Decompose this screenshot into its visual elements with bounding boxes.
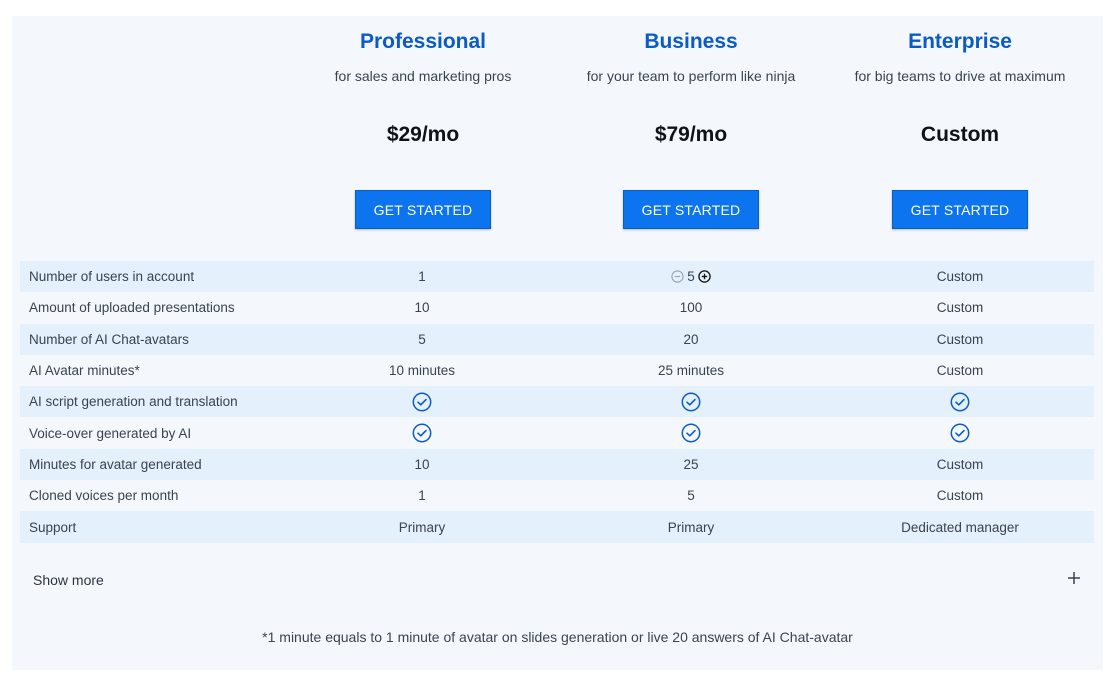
plan-subtitle: for big teams to drive at maximum [854,68,1066,84]
value-enterprise: Custom [936,269,984,285]
plan-price: $29/mo [386,123,460,146]
row-label: Minutes for avatar generated [29,456,202,472]
plan-headers: Professional for sales and marketing pro… [12,16,1103,256]
table-row: Support Primary Primary Dedicated manage… [20,511,1094,543]
row-label: Voice-over generated by AI [29,425,192,441]
check-circle-icon [826,423,1094,443]
table-row: Voice-over generated by AI [20,417,1094,449]
value-professional: 10 minutes [388,363,456,379]
check-circle-icon [557,392,825,412]
plan-subtitle: for sales and marketing pros [334,68,512,84]
value-professional: 10 [414,456,430,472]
row-label: Number of users in account [29,269,195,285]
plan-subtitle: for your team to perform like ninja [586,68,796,84]
plus-circle-icon[interactable] [698,270,711,283]
plan-price: Custom [920,123,1000,146]
check-circle-icon [826,392,1094,412]
table-row: Minutes for avatar generated 10 25 Custo… [20,448,1094,481]
value-enterprise: Custom [936,488,984,504]
plan-name: Professional [359,30,487,53]
users-stepper: 5 [671,269,711,284]
row-label: Support [29,519,77,535]
users-stepper-value: 5 [687,269,695,285]
table-row: Amount of uploaded presentations 10 100 … [20,292,1094,324]
value-professional: 5 [418,331,426,347]
get-started-button-business[interactable]: GET STARTED [623,190,759,229]
minus-circle-icon[interactable] [671,270,684,283]
feature-table: Number of users in account 1 5 Custom Am… [20,261,1094,543]
check-circle-icon [288,423,556,443]
row-label: Cloned voices per month [29,488,179,504]
users-stepper-cell: 5 [557,269,825,284]
row-label: AI script generation and translation [29,394,238,410]
table-row: Number of AI Chat-avatars 5 20 Custom [20,323,1094,355]
value-professional: Primary [398,519,446,535]
footnote: *1 minute equals to 1 minute of avatar o… [262,629,853,645]
plan-name: Business [644,30,738,53]
value-business: 25 [683,456,699,472]
value-enterprise: Custom [936,331,984,347]
table-row: AI script generation and translation [20,386,1094,418]
value-business: Primary [667,519,715,535]
plan-name: Enterprise [908,30,1012,53]
table-row: Cloned voices per month 1 5 Custom [20,480,1094,512]
check-circle-icon [557,423,825,443]
value-professional: 1 [418,488,426,504]
value-enterprise: Dedicated manager [901,519,1019,535]
value-business: 100 [679,300,703,316]
get-started-button-enterprise[interactable]: GET STARTED [892,190,1028,229]
plan-price: $79/mo [654,123,728,146]
value-enterprise: Custom [936,363,984,379]
value-enterprise: Custom [936,300,984,316]
table-row: AI Avatar minutes* 10 minutes 25 minutes… [20,354,1094,387]
row-label: Number of AI Chat-avatars [29,331,189,347]
value-business: 20 [683,331,699,347]
value-business: 25 minutes [657,363,725,379]
row-label: Amount of uploaded presentations [29,300,235,316]
get-started-button-professional[interactable]: GET STARTED [355,190,491,229]
value-professional: 10 [414,300,430,316]
value-business: 5 [687,488,695,504]
show-more-toggle[interactable]: Show more [33,572,104,588]
pricing-panel: Professional for sales and marketing pro… [12,16,1103,670]
check-circle-icon [288,392,556,412]
value-professional: 1 [418,269,426,285]
value-enterprise: Custom [936,456,984,472]
table-row: Number of users in account 1 5 Custom [20,261,1094,293]
plus-icon[interactable] [1067,571,1081,585]
row-label: AI Avatar minutes* [29,363,140,379]
